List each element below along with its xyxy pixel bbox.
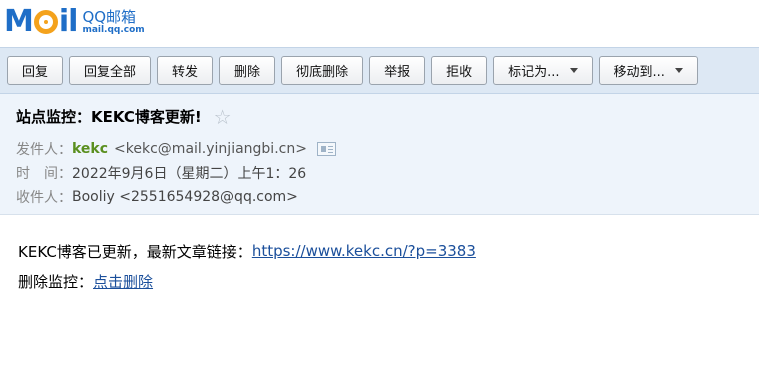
delete-monitor-link[interactable]: 点击删除 [93, 271, 153, 292]
contact-card-icon[interactable] [316, 142, 336, 156]
from-label: 发件人： [16, 142, 72, 158]
recipient-value: Booliy <2551654928@qq.com> [72, 189, 298, 205]
time-row: 时 间： 2022年9月6日（星期二）上午1：26 [16, 163, 306, 183]
reply-button-label: 回复 [22, 65, 49, 80]
logo-mark: Mil [4, 4, 79, 39]
reply-all-button[interactable]: 回复全部 [69, 56, 152, 85]
move-to-dropdown[interactable]: 移动到... [598, 56, 698, 85]
star-icon[interactable]: ☆ [214, 107, 232, 127]
logo-o-icon [33, 10, 58, 34]
logo-domain: mail.qq.com [82, 24, 145, 35]
reply-button[interactable]: 回复 [7, 56, 64, 85]
logo-letter-m: M [4, 4, 34, 39]
mark-as-dropdown[interactable]: 标记为... [493, 56, 593, 85]
mail-header: 站点监控：KEKC博客更新! ☆ 发件人： kekc <kekc@mail.yi… [0, 94, 759, 215]
to-row: 收件人： Booliy <2551654928@qq.com> [16, 187, 298, 207]
forward-button[interactable]: 转发 [157, 56, 214, 85]
logo-letters-il: il [58, 4, 79, 39]
time-value: 2022年9月6日（星期二）上午1：26 [72, 166, 307, 182]
delete-button-label: 删除 [234, 65, 261, 80]
body-line-article: KEKC博客已更新，最新文章链接： https://www.kekc.cn/?p… [18, 236, 476, 266]
report-button[interactable]: 举报 [369, 56, 426, 85]
mark-as-dropdown-label: 标记为... [508, 65, 560, 80]
report-button-label: 举报 [384, 65, 411, 80]
sender-address: <kekc@mail.yinjiangbi.cn> [114, 141, 307, 157]
article-text: KEKC博客已更新，最新文章链接： [18, 242, 252, 261]
subject-text: 站点监控：KEKC博客更新! [16, 108, 202, 126]
permanent-delete-button[interactable]: 彻底删除 [281, 56, 364, 85]
from-row: 发件人： kekc <kekc@mail.yinjiangbi.cn> [16, 139, 336, 159]
chevron-down-icon [674, 68, 683, 73]
reject-button[interactable]: 拒收 [431, 56, 488, 85]
mail-toolbar: 回复 回复全部 转发 删除 彻底删除 举报 拒收 标记为... 移动到... [0, 47, 759, 94]
qq-mail-logo[interactable]: Mil QQ邮箱 mail.qq.com [4, 3, 145, 41]
reply-all-button-label: 回复全部 [84, 65, 137, 80]
unsubscribe-text: 删除监控： [18, 272, 94, 291]
logo-title: QQ邮箱 [82, 7, 137, 26]
reject-button-label: 拒收 [446, 65, 473, 80]
move-to-dropdown-label: 移动到... [613, 65, 665, 80]
to-label: 收件人： [16, 190, 72, 206]
body-line-unsubscribe: 删除监控： 点击删除 [18, 266, 476, 296]
article-link[interactable]: https://www.kekc.cn/?p=3383 [252, 242, 476, 260]
forward-button-label: 转发 [172, 65, 199, 80]
delete-button[interactable]: 删除 [219, 56, 276, 85]
permanent-delete-button-label: 彻底删除 [296, 65, 349, 80]
sender-name[interactable]: kekc [72, 141, 108, 157]
mail-body: KEKC博客已更新，最新文章链接： https://www.kekc.cn/?p… [18, 236, 476, 296]
logo-text: QQ邮箱 mail.qq.com [82, 9, 144, 36]
time-label: 时 间： [16, 166, 72, 182]
mail-subject: 站点监控：KEKC博客更新! ☆ [16, 106, 232, 127]
chevron-down-icon [569, 68, 578, 73]
